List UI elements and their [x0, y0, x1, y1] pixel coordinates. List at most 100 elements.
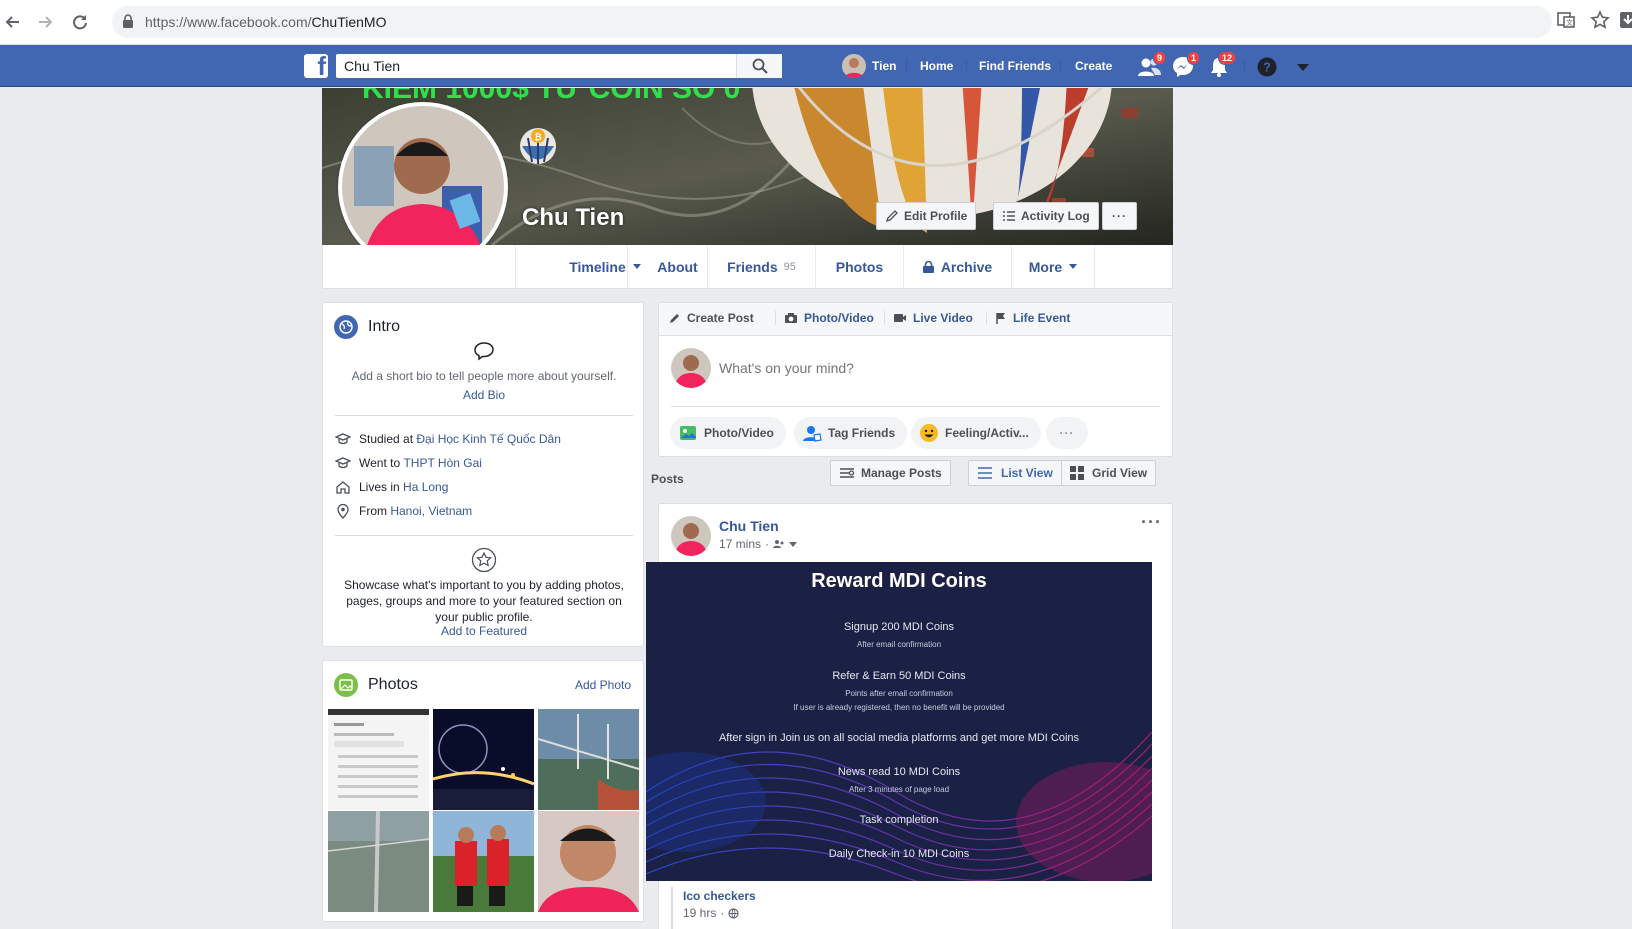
post-image-banner[interactable]: Reward MDI Coins Signup 200 MDI Coins Af… — [646, 562, 1152, 881]
manage-posts-button[interactable]: Manage Posts — [830, 460, 951, 486]
tab-photos[interactable]: Photos — [815, 245, 903, 288]
messages-jewel[interactable]: 1 — [1170, 51, 1200, 80]
life-event-tab[interactable]: Life Event — [986, 311, 1070, 325]
post-author-name[interactable]: Chu Tien — [719, 518, 779, 534]
search-button[interactable] — [736, 54, 782, 78]
photo-thumbnail[interactable] — [433, 709, 534, 810]
post-author-avatar[interactable] — [671, 516, 711, 556]
shared-from-link[interactable]: Ico checkers — [683, 889, 756, 903]
tab-more-label: More — [1028, 258, 1063, 275]
intro-lives: Lives in Ha Long — [335, 479, 448, 495]
create-post-label: Create Post — [687, 311, 754, 325]
list-view-label: List View — [1001, 466, 1053, 480]
address-bar[interactable]: https://www.facebook.com/ChuTienMO — [112, 6, 1552, 38]
intro-card: Intro Add a short bio to tell people mor… — [322, 302, 644, 647]
profile-name[interactable]: Chu Tien — [522, 204, 624, 232]
search-icon — [752, 58, 768, 74]
banner-title: Reward MDI Coins — [811, 570, 987, 592]
composer-input[interactable] — [719, 356, 1139, 380]
nav-user-name: Tien — [872, 59, 897, 73]
photo-icon — [334, 673, 358, 697]
grid-view-button[interactable]: Grid View — [1061, 460, 1157, 486]
video-camera-icon — [894, 314, 906, 322]
translate-icon[interactable]: 文 — [1556, 10, 1580, 34]
profile-tabs: Timeline About Friends 95 Photos Archive … — [322, 245, 1173, 289]
forward-icon[interactable] — [34, 10, 58, 34]
lives-prefix: Lives in — [359, 480, 404, 494]
shared-timestamp[interactable]: 19 hrs — [683, 906, 716, 920]
search-box[interactable] — [336, 54, 782, 78]
create-post-tab[interactable]: Create Post — [669, 311, 754, 325]
friends-audience-icon — [773, 540, 784, 548]
nav-create-label: Create — [1075, 59, 1113, 73]
pill-tag-friends-label: Tag Friends — [828, 426, 896, 440]
composer-tag-friends-button[interactable]: Tag Friends — [794, 417, 908, 449]
facebook-logo-icon[interactable]: f — [304, 54, 328, 78]
banner-subline: If user is already registered, then no b… — [793, 703, 1005, 712]
search-input[interactable] — [336, 54, 736, 78]
post-timestamp[interactable]: 17 mins — [719, 537, 761, 551]
composer-avatar — [671, 348, 711, 388]
grid-view-label: Grid View — [1092, 466, 1148, 480]
list-view-button[interactable]: List View — [968, 460, 1061, 486]
pill-more-label: ··· — [1059, 426, 1075, 440]
photo-thumbnail[interactable] — [538, 811, 639, 912]
photo-thumbnail[interactable] — [433, 811, 534, 912]
from-place-link[interactable]: Hanoi, Vietnam — [390, 504, 472, 518]
tab-archive-label: Archive — [940, 258, 993, 275]
went-place-link[interactable]: THPT Hòn Gai — [403, 456, 481, 470]
composer-feeling-button[interactable]: Feeling/Activ... — [911, 417, 1041, 449]
back-icon[interactable] — [0, 10, 24, 34]
photo-thumbnail[interactable] — [538, 709, 639, 810]
tab-friends[interactable]: Friends 95 — [707, 245, 815, 288]
banner-line: Refer & Earn 50 MDI Coins — [832, 670, 966, 682]
post-options-menu[interactable]: ··· — [1141, 512, 1162, 533]
cover-more-label: ··· — [1112, 209, 1127, 223]
add-photo-link[interactable]: Add Photo — [575, 678, 631, 692]
add-to-featured-link[interactable]: Add to Featured — [323, 624, 645, 638]
edit-profile-button[interactable]: Edit Profile — [876, 202, 977, 230]
live-video-tab[interactable]: Live Video — [884, 311, 973, 325]
photo-thumbnail[interactable] — [328, 709, 429, 810]
download-icon[interactable] — [1618, 10, 1632, 34]
browser-chrome: https://www.facebook.com/ChuTienMO 文 — [0, 0, 1632, 45]
cover-more-button[interactable]: ··· — [1102, 202, 1137, 230]
photo-icon — [680, 426, 696, 440]
nav-create-link[interactable]: Create — [1075, 45, 1112, 87]
tab-archive[interactable]: Archive — [903, 245, 1011, 288]
tab-timeline-label: Timeline — [569, 258, 626, 275]
tab-more[interactable]: More — [1011, 245, 1095, 288]
photos-card-title: Photos — [368, 676, 418, 693]
location-pin-icon — [337, 503, 349, 519]
photo-video-tab[interactable]: Photo/Video — [775, 311, 874, 325]
friend-requests-jewel[interactable]: 9 — [1136, 51, 1166, 80]
composer-more-button[interactable]: ··· — [1046, 417, 1088, 449]
flag-icon — [996, 312, 1005, 324]
nav-find-friends-link[interactable]: Find Friends — [979, 45, 1051, 87]
tab-photos-label: Photos — [835, 258, 884, 275]
bookmark-star-icon[interactable] — [1590, 10, 1614, 34]
audience-chevron-down-icon[interactable] — [789, 541, 798, 547]
lives-place-link[interactable]: Ha Long — [403, 480, 448, 494]
add-bio-link[interactable]: Add Bio — [323, 388, 645, 402]
nav-profile-link[interactable]: Tien — [842, 45, 896, 87]
smiley-icon — [920, 424, 938, 442]
posts-section-label: Posts — [651, 472, 684, 486]
notifications-jewel[interactable]: 12 — [1206, 51, 1236, 80]
tab-friends-label: Friends — [727, 258, 778, 275]
composer-photo-video-button[interactable]: Photo/Video — [670, 417, 786, 449]
live-video-tab-label: Live Video — [913, 311, 973, 325]
activity-log-button[interactable]: Activity Log — [993, 202, 1099, 230]
help-jewel[interactable]: ? — [1254, 54, 1280, 80]
studied-place-link[interactable]: Đại Học Kinh Tế Quốc Dân — [416, 432, 561, 446]
speech-bubble-icon — [323, 341, 645, 361]
home-icon — [336, 481, 350, 494]
photo-thumbnail[interactable] — [328, 811, 429, 912]
reload-icon[interactable] — [68, 10, 92, 34]
chevron-down-icon — [1069, 264, 1078, 269]
account-menu-chevron-down-icon[interactable] — [1290, 54, 1316, 80]
nav-home-link[interactable]: Home — [920, 45, 953, 87]
pencil-icon — [885, 210, 898, 223]
graduation-cap-icon — [335, 457, 351, 469]
manage-posts-label: Manage Posts — [861, 466, 942, 480]
